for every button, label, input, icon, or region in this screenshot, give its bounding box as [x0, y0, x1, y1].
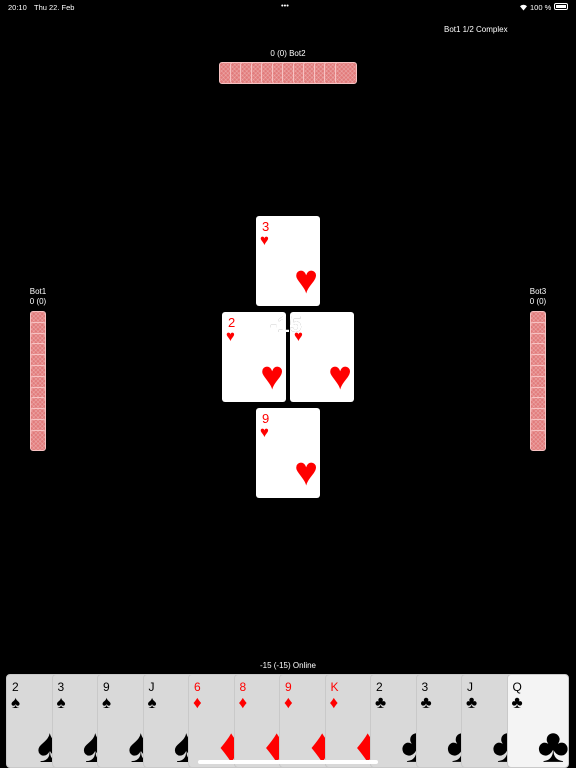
card-rank: 3 [57, 680, 65, 694]
heart-icon: ♥ [260, 424, 269, 441]
club-icon: ♣ [466, 693, 478, 712]
trick-card-top: 3 ♥ ♥ [256, 216, 320, 306]
multitask-dots[interactable]: ••• [281, 1, 289, 10]
heart-icon: ♥ [328, 354, 352, 398]
card-rank: 2 [376, 680, 383, 694]
club-icon: ♣ [511, 693, 523, 712]
card-rank: 9 [103, 680, 110, 694]
card-rank: J [467, 680, 473, 694]
card-rank: J [148, 680, 155, 694]
diamond-icon: ♦ [284, 693, 293, 712]
heart-icon: ♥ [260, 354, 284, 398]
left-player-score: 0 (0) [29, 297, 47, 306]
heart-icon: ♥ [226, 328, 235, 345]
spade-icon: ♠ [11, 693, 21, 712]
card-rank: 9 [285, 680, 292, 694]
trick-card-bottom: 9 ♥ ♥ [256, 408, 320, 498]
right-player-score: 0 (0) [529, 297, 547, 306]
card-rank: Q [512, 680, 522, 694]
wifi-icon [519, 3, 528, 13]
card-rank: K [330, 680, 339, 694]
card-back [530, 429, 546, 451]
heart-icon: ♥ [294, 450, 318, 494]
spade-icon: ♠ [56, 693, 66, 712]
battery-icon [554, 3, 568, 10]
card-back [334, 62, 357, 84]
status-date: Thu 22. Feb [34, 3, 75, 12]
card-back [30, 429, 46, 451]
heart-icon: ♥ [294, 258, 318, 302]
bottom-player-label: -15 (-15) Online [259, 661, 317, 670]
club-icon: ♣ [537, 720, 569, 768]
card-rank: 2 [12, 680, 19, 694]
card-rank: 8 [239, 680, 247, 694]
card-rank: 3 [421, 680, 429, 694]
club-icon: ♣ [420, 693, 432, 712]
right-player-name: Bot3 [529, 287, 547, 296]
heart-icon: ♥ [260, 232, 269, 249]
diamond-icon: ♦ [193, 693, 202, 712]
status-time: 20:10 [8, 3, 27, 12]
club-icon: ♣ [375, 693, 387, 712]
left-player-name: Bot1 [29, 287, 47, 296]
hand-card[interactable]: Q ♣ ♣ [506, 674, 569, 768]
diamond-icon: ♦ [238, 693, 248, 712]
card-rank: 6 [194, 680, 201, 694]
top-player-label: 0 (0) Bot2 [270, 49, 306, 58]
battery-percent: 100 % [530, 3, 552, 12]
spade-icon: ♠ [147, 693, 157, 712]
diamond-icon: ♦ [329, 693, 339, 712]
spade-icon: ♠ [102, 693, 112, 712]
game-info-label: Bot1 1/2 Complex [444, 25, 508, 34]
trick-score: -15 [270, 312, 302, 337]
home-indicator[interactable] [198, 760, 378, 764]
